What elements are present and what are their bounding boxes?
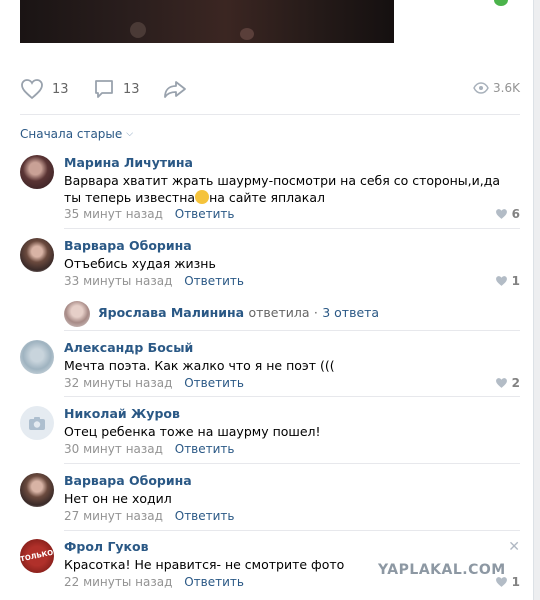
- comment-meta: 30 минут назад Ответить: [64, 442, 235, 456]
- comment-text: Мечта поэта. Как жалко что я не поэт (((: [64, 358, 335, 373]
- comment-meta: 33 минуты назад Ответить: [64, 274, 244, 288]
- avatar-badge-text: ТОЛЬКО: [20, 548, 54, 564]
- thread-summary: Ярослава Малинина ответила · 3 ответа: [98, 305, 379, 320]
- comment-meta: 27 минут назад Ответить: [64, 509, 235, 523]
- reply-button[interactable]: Ответить: [175, 207, 235, 221]
- views-count: 3.6K: [493, 81, 520, 95]
- replies-count-link[interactable]: 3 ответа: [322, 305, 379, 320]
- avatar: [64, 301, 90, 327]
- comment-like-count: 1: [511, 575, 520, 589]
- comment-author[interactable]: Варвара Оборина: [64, 473, 192, 488]
- comment-author[interactable]: Марина Личутина: [64, 155, 193, 170]
- post-actions-bar: 13 13 3.6K: [20, 72, 520, 106]
- eye-icon: [473, 82, 489, 94]
- comment-time[interactable]: 32 минуты назад: [64, 376, 172, 390]
- thread-action: ответила: [248, 305, 310, 320]
- photo-detail: [130, 22, 146, 38]
- comment-text: Нет он не ходил: [64, 491, 172, 506]
- comment-meta: 32 минуты назад Ответить: [64, 376, 244, 390]
- reply-button[interactable]: Ответить: [184, 575, 244, 589]
- avatar[interactable]: [20, 155, 54, 189]
- divider: [64, 463, 520, 464]
- reply-button[interactable]: Ответить: [184, 274, 244, 288]
- comment-author[interactable]: Николай Журов: [64, 406, 180, 421]
- comment-like-button[interactable]: 2: [495, 376, 520, 390]
- close-icon[interactable]: ✕: [508, 539, 520, 555]
- views-counter: 3.6K: [473, 81, 520, 95]
- comment-like-count: 6: [511, 207, 520, 221]
- comment-author[interactable]: Александр Босый: [64, 340, 193, 355]
- sort-dropdown[interactable]: Сначала старые ⌵: [20, 127, 133, 141]
- comment-like-count: 1: [511, 274, 520, 288]
- heart-icon: [495, 209, 507, 219]
- share-button[interactable]: [162, 78, 196, 100]
- replies-thread-link[interactable]: Ярослава Малинина ответила · 3 ответа: [64, 301, 500, 327]
- like-count: 13: [52, 81, 69, 97]
- avatar[interactable]: [20, 340, 54, 374]
- comment-author[interactable]: Фрол Гуков: [64, 539, 149, 554]
- laughing-emoji-icon: [195, 190, 210, 204]
- divider: [20, 114, 520, 115]
- chevron-down-icon: ⌵: [126, 129, 134, 139]
- camera-icon: [29, 416, 45, 430]
- reply-button[interactable]: Ответить: [175, 442, 235, 456]
- avatar[interactable]: [20, 406, 54, 440]
- comment-meta: 22 минуты назад Ответить: [64, 575, 244, 589]
- comment-like-button[interactable]: 6: [495, 207, 520, 221]
- dot-separator: ·: [313, 305, 318, 320]
- comment-text: Отъебись худая жизнь: [64, 256, 216, 271]
- comment-text: Варвара хватит жрать шаурму-посмотри на …: [64, 172, 504, 206]
- share-icon: [164, 81, 186, 98]
- comment-time[interactable]: 30 минут назад: [64, 442, 163, 456]
- comment-like-button[interactable]: 1: [495, 274, 520, 288]
- watermark: YAPLAKAL.COM: [378, 562, 506, 578]
- sort-label: Сначала старые: [20, 127, 123, 141]
- heart-icon: [495, 276, 507, 286]
- like-button[interactable]: 13: [20, 78, 69, 100]
- comment-meta: 35 минут назад Ответить: [64, 207, 235, 221]
- heart-icon: [495, 378, 507, 388]
- comment-count: 13: [123, 81, 140, 97]
- comment-time[interactable]: 35 минут назад: [64, 207, 163, 221]
- divider: [64, 228, 520, 229]
- comment-time[interactable]: 33 минуты назад: [64, 274, 172, 288]
- comment-like-count: 2: [511, 376, 520, 390]
- comment-button[interactable]: 13: [93, 78, 140, 100]
- heart-icon: [21, 79, 43, 100]
- thread-author[interactable]: Ярослава Малинина: [98, 305, 244, 320]
- avatar[interactable]: [20, 473, 54, 507]
- online-indicator-icon: [494, 0, 508, 6]
- comment-author[interactable]: Варвара Оборина: [64, 238, 192, 253]
- avatar[interactable]: ТОЛЬКО: [20, 539, 54, 573]
- post-photo[interactable]: [20, 0, 394, 43]
- comment-text: Отец ребенка тоже на шаурму пошел!: [64, 424, 321, 439]
- comment-text-part: на сайте яплакал: [209, 190, 326, 205]
- avatar[interactable]: [20, 238, 54, 272]
- comment-time[interactable]: 22 минуты назад: [64, 575, 172, 589]
- post-card: 13 13 3.6K Сначала старые ⌵ Марина Личут…: [0, 0, 534, 600]
- comment-time[interactable]: 27 минут назад: [64, 509, 163, 523]
- reply-button[interactable]: Ответить: [175, 509, 235, 523]
- divider: [64, 530, 520, 531]
- divider: [64, 330, 520, 331]
- comment-icon: [95, 80, 113, 98]
- photo-detail: [240, 28, 254, 40]
- divider: [64, 396, 520, 397]
- reply-button[interactable]: Ответить: [184, 376, 244, 390]
